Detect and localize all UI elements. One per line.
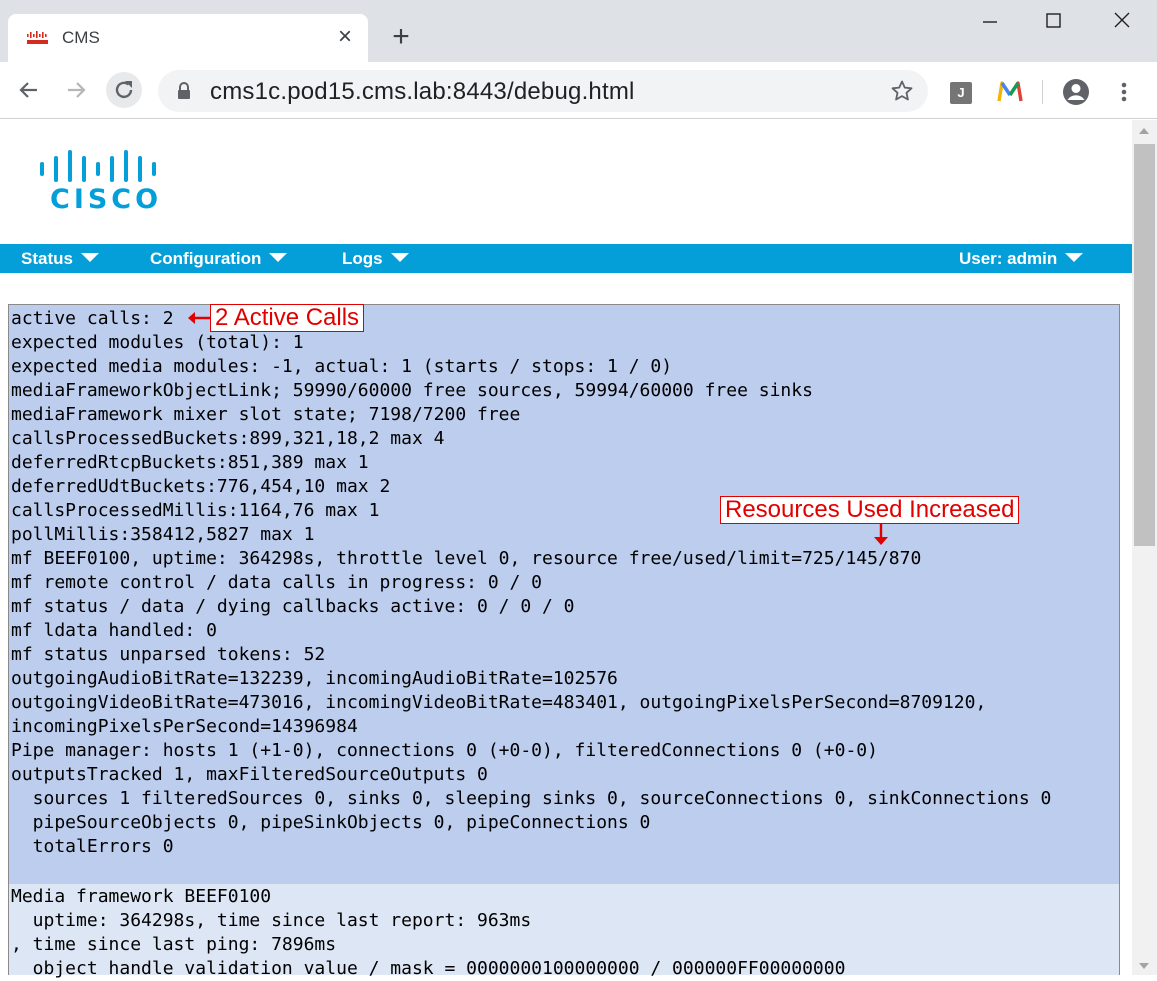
minimize-icon[interactable] — [970, 10, 1010, 36]
debug-line: incomingPixelsPerSecond=14396984 — [11, 716, 358, 737]
bookmark-star-icon[interactable] — [890, 79, 914, 103]
browser-toolbar: cms1c.pod15.cms.lab:8443/debug.html J — [0, 62, 1157, 119]
close-window-icon[interactable] — [1102, 10, 1142, 36]
nav-configuration-menu[interactable]: Configuration — [150, 249, 288, 269]
chevron-down-icon — [1065, 253, 1084, 262]
nav-logs-menu[interactable]: Logs — [342, 249, 409, 269]
tab-close-icon[interactable]: × — [334, 25, 356, 49]
back-arrow-icon[interactable] — [11, 72, 47, 108]
debug-line: expected media modules: -1, actual: 1 (s… — [11, 356, 673, 377]
page-scrollbar[interactable] — [1132, 120, 1157, 975]
forward-arrow-icon[interactable] — [58, 72, 94, 108]
debug-line: active calls: 2 — [11, 308, 174, 329]
maximize-icon[interactable] — [1033, 10, 1073, 36]
scroll-up-arrow-icon[interactable] — [1139, 128, 1149, 134]
extension-j-icon[interactable]: J — [950, 82, 972, 104]
nav-logs-label: Logs — [342, 249, 383, 268]
scroll-down-arrow-icon[interactable] — [1139, 963, 1149, 969]
debug-line: totalErrors 0 — [11, 836, 174, 857]
debug-line: mf status unparsed tokens: 52 — [11, 644, 326, 665]
debug-line: mf ldata handled: 0 — [11, 620, 217, 641]
nav-status-menu[interactable]: Status — [21, 249, 99, 269]
url-text: cms1c.pod15.cms.lab:8443/debug.html — [210, 78, 635, 105]
debug-line: mf status / data / dying callbacks activ… — [11, 596, 575, 617]
debug-line: deferredUdtBuckets:776,454,10 max 2 — [11, 476, 391, 497]
chevron-down-icon — [80, 253, 99, 262]
left-arrow-annotation-icon — [188, 312, 210, 324]
debug-line: sources 1 filteredSources 0, sinks 0, sl… — [11, 788, 1052, 809]
browser-tab-strip: CMS × + — [0, 0, 1157, 62]
nav-status-label: Status — [21, 249, 73, 268]
browser-tab[interactable]: CMS × — [8, 14, 368, 62]
scrollbar-thumb[interactable] — [1134, 144, 1155, 546]
media-line: uptime: 364298s, time since last report:… — [11, 910, 532, 931]
chevron-down-icon — [390, 253, 409, 262]
lock-icon — [178, 82, 190, 99]
media-framework-panel: Media framework BEEF0100 uptime: 364298s… — [8, 884, 1120, 979]
chevron-down-icon — [269, 253, 288, 262]
debug-line: outputsTracked 1, maxFilteredSourceOutpu… — [11, 764, 488, 785]
media-line: object handle validation value / mask = … — [11, 958, 846, 979]
browser-menu-icon[interactable] — [1114, 78, 1134, 106]
debug-line: Pipe manager: hosts 1 (+1-0), connection… — [11, 740, 878, 761]
debug-status-panel: active calls: 2 expected modules (total)… — [8, 304, 1120, 884]
debug-line: mediaFrameworkObjectLink; 59990/60000 fr… — [11, 380, 813, 401]
debug-line: callsProcessedMillis:1164,76 max 1 — [11, 500, 380, 521]
profile-avatar-icon[interactable] — [1062, 78, 1090, 106]
toolbar-separator — [1042, 80, 1043, 104]
media-line: , time since last ping: 7896ms — [11, 934, 337, 955]
nav-user-label: User: admin — [959, 249, 1058, 268]
debug-line: deferredRtcpBuckets:851,389 max 1 — [11, 452, 369, 473]
annotation-resources-used: Resources Used Increased — [720, 496, 1020, 524]
debug-line: expected modules (total): 1 — [11, 332, 304, 353]
media-line: Media framework BEEF0100 — [11, 886, 272, 907]
debug-line: mf remote control / data calls in progre… — [11, 572, 543, 593]
cisco-bars-icon — [40, 150, 156, 182]
debug-line: mf BEEF0100, uptime: 364298s, throttle l… — [11, 548, 922, 569]
cisco-favicon-icon — [27, 31, 48, 44]
debug-line: outgoingAudioBitRate=132239, incomingAud… — [11, 668, 618, 689]
cisco-logo: CISCO — [38, 148, 158, 215]
annotation-active-calls: 2 Active Calls — [210, 304, 365, 332]
address-bar[interactable]: cms1c.pod15.cms.lab:8443/debug.html — [158, 70, 928, 112]
tab-title: CMS — [62, 28, 100, 47]
down-arrow-annotation-icon — [874, 524, 888, 545]
debug-line: outgoingVideoBitRate=473016, incomingVid… — [11, 692, 987, 713]
debug-line: mediaFramework mixer slot state; 7198/72… — [11, 404, 521, 425]
debug-line: callsProcessedBuckets:899,321,18,2 max 4 — [11, 428, 445, 449]
cisco-wordmark: CISCO — [50, 184, 163, 215]
debug-line: pollMillis:358412,5827 max 1 — [11, 524, 315, 545]
main-nav-bar: Status Configuration Logs User: admin — [0, 244, 1132, 273]
new-tab-icon[interactable]: + — [386, 22, 416, 52]
nav-user-menu[interactable]: User: admin — [959, 249, 1084, 269]
debug-line: pipeSourceObjects 0, pipeSinkObjects 0, … — [11, 812, 651, 833]
nav-configuration-label: Configuration — [150, 249, 262, 268]
extension-m-icon[interactable] — [996, 78, 1024, 106]
reload-icon[interactable] — [106, 72, 142, 108]
